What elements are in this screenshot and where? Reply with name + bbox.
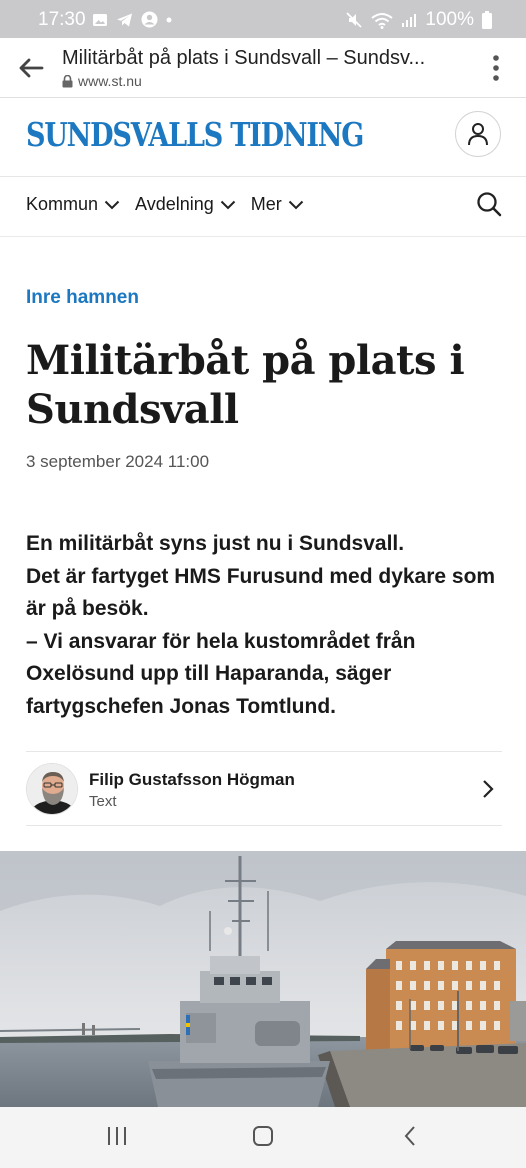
mute-icon (346, 12, 363, 28)
dot-icon (166, 17, 172, 22)
chevron-down-icon (288, 200, 303, 209)
chevron-down-icon (220, 200, 235, 209)
lock-icon (62, 74, 73, 87)
user-icon (468, 123, 488, 146)
nav-item-label: Kommun (26, 194, 99, 214)
chevron-right-icon (483, 780, 494, 798)
search-icon[interactable] (476, 191, 502, 217)
back-arrow-icon[interactable] (18, 56, 44, 80)
browser-url-bar: Militärbåt på plats i Sundsvall – Sundsv… (0, 38, 526, 98)
nav-items: Kommun Avdelning Mer (26, 194, 304, 215)
page-title-bar[interactable]: Militärbåt på plats i Sundsvall – Sundsv… (62, 47, 442, 70)
author-role: Text (89, 793, 117, 810)
nav-item-label: Mer (250, 194, 282, 214)
article-photo[interactable] (0, 851, 526, 1107)
system-navigation-bar (0, 1107, 526, 1168)
author-photo (27, 764, 77, 814)
battery-percent: 100% (425, 9, 474, 30)
article-headline: Militärbåt på plats i Sundsvall (26, 337, 465, 433)
telegram-icon (117, 13, 132, 26)
recent-apps-icon[interactable] (106, 1125, 128, 1147)
gallery-icon (93, 13, 107, 26)
author-byline[interactable]: Filip Gustafsson Högman Text (26, 751, 502, 826)
url-text: www.st.nu (78, 73, 142, 89)
nav-item-avdelning[interactable]: Avdelning (135, 194, 236, 215)
account-icon (141, 11, 158, 28)
home-icon[interactable] (252, 1125, 274, 1147)
nav-item-mer[interactable]: Mer (251, 194, 304, 215)
author-name: Filip Gustafsson Högman (89, 770, 295, 789)
wifi-icon (371, 12, 394, 29)
article-date: 3 september 2024 11:00 (26, 452, 210, 471)
back-icon[interactable] (402, 1125, 418, 1147)
site-header: SUNDSVALLS TIDNING (0, 98, 526, 177)
signal-icon (402, 14, 417, 27)
avatar (26, 763, 78, 815)
nav-item-label: Avdelning (135, 194, 214, 214)
lead-paragraph: En militärbåt syns just nu i Sundsvall. (26, 532, 405, 555)
battery-icon (482, 11, 492, 29)
article-lead: En militärbåt syns just nu i Sundsvall. … (26, 528, 506, 724)
notification-icons (92, 11, 172, 28)
main-nav: Kommun Avdelning Mer (0, 177, 526, 237)
status-bar: 17:30 100% (0, 0, 526, 38)
user-account-button[interactable] (455, 111, 501, 157)
site-logo[interactable]: SUNDSVALLS TIDNING (26, 115, 364, 154)
lead-paragraph: – Vi ansvarar för hela kustområdet från … (26, 629, 416, 718)
article-kicker[interactable]: Inre hamnen (26, 287, 139, 309)
status-right: 100% (345, 9, 492, 31)
url-row[interactable]: www.st.nu (62, 73, 142, 89)
more-options-icon[interactable] (492, 54, 500, 82)
nav-item-kommun[interactable]: Kommun (26, 194, 120, 215)
harbor-ship-image (0, 851, 526, 1107)
status-time: 17:30 (38, 9, 86, 30)
chevron-down-icon (104, 200, 120, 209)
lead-paragraph: Det är fartyget HMS Furusund med dykare … (26, 564, 496, 621)
